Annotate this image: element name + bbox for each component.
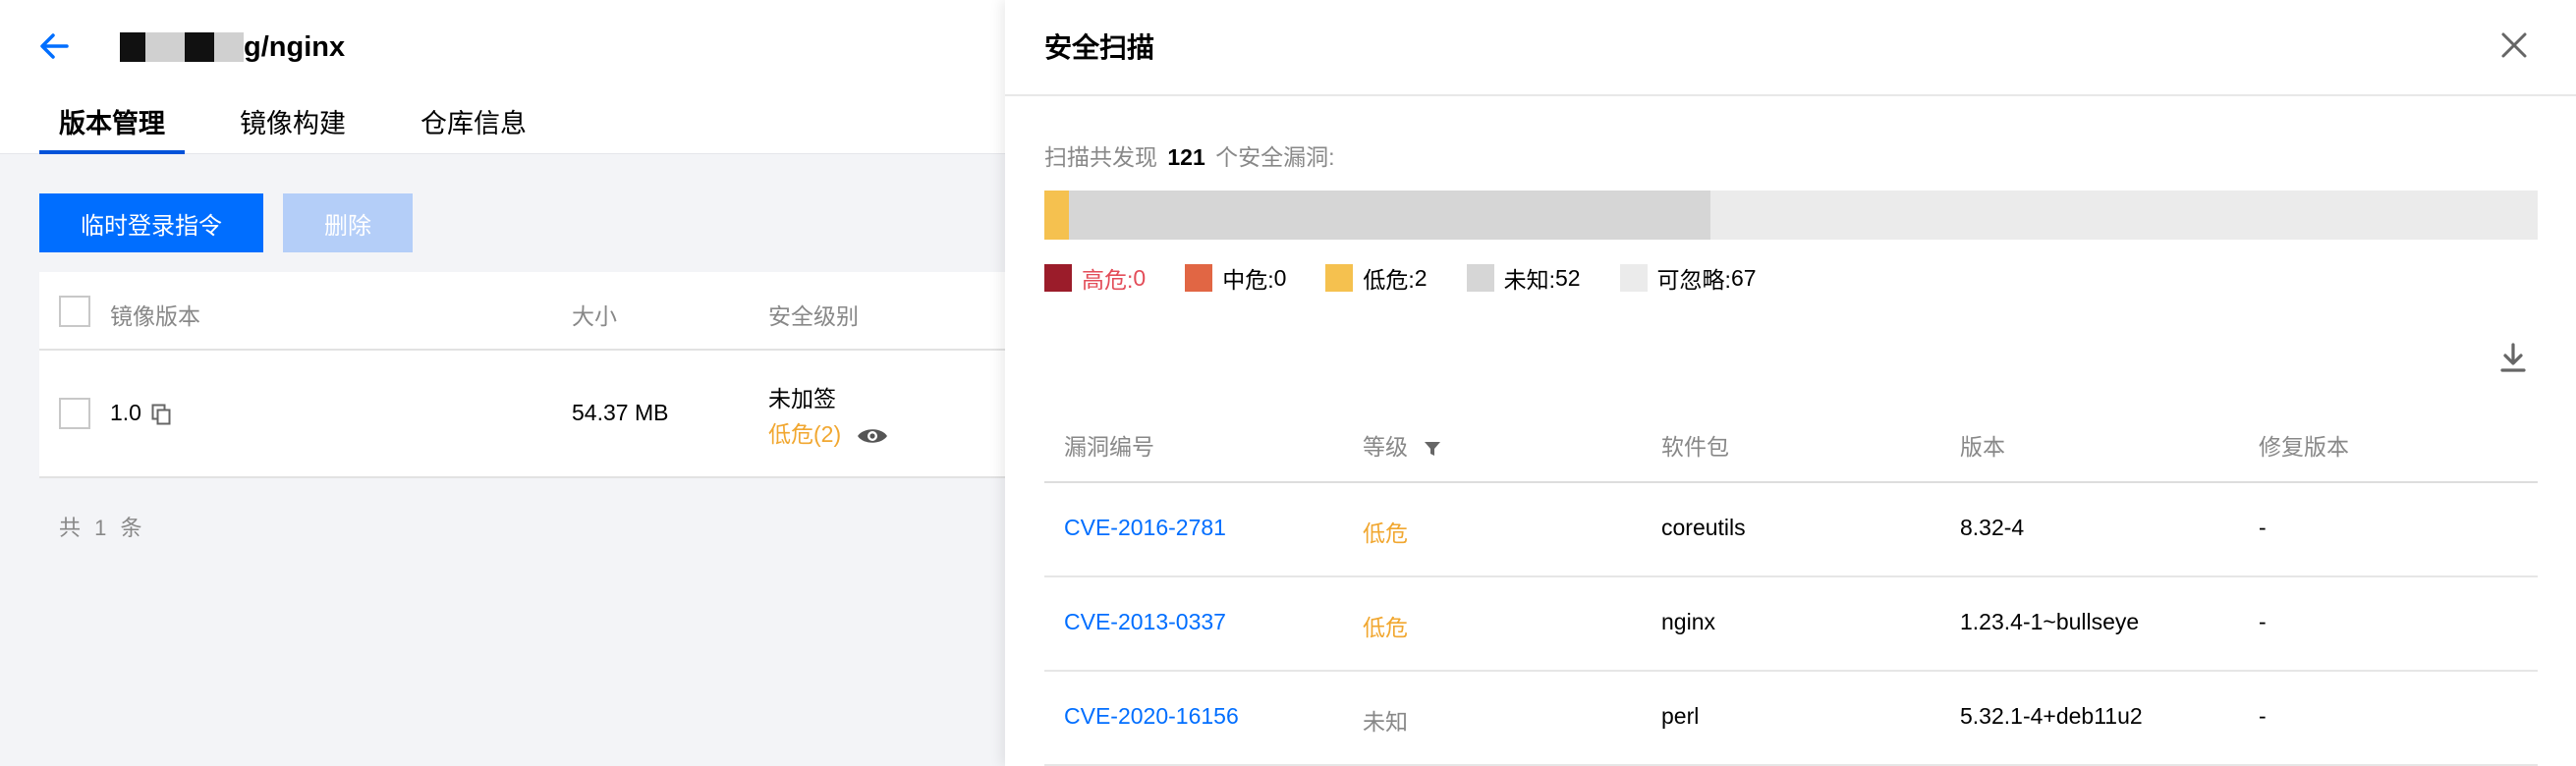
risk-value[interactable]: 低危(2) <box>768 421 841 447</box>
eye-icon[interactable] <box>856 425 889 447</box>
drawer-title: 安全扫描 <box>1044 32 1155 63</box>
table-row: CVE-2013-0337 低危 nginx 1.23.4-1~bullseye… <box>1044 577 2538 672</box>
temp-login-command-button[interactable]: 临时登录指令 <box>39 193 263 252</box>
package-value: coreutils <box>1661 515 1746 540</box>
bar-segment-low <box>1044 191 1070 240</box>
version-value: 8.32-4 <box>1960 515 2025 540</box>
select-all-checkbox[interactable] <box>59 296 90 327</box>
col-level: 等级 <box>1363 428 1441 462</box>
legend-swatch <box>1044 264 1072 292</box>
sign-status: 未加签 <box>768 386 836 411</box>
legend-value: 2 <box>1414 264 1428 291</box>
legend-label: 低危: <box>1363 267 1415 293</box>
legend-value: 0 <box>1273 264 1287 291</box>
col-security-level: 安全级别 <box>768 303 859 329</box>
col-cve-id: 漏洞编号 <box>1064 434 1154 460</box>
severity-legend: 高危: 0 中危: 0 低危: 2 未知: 52 可忽略: 67 <box>1044 261 1796 295</box>
package-value: perl <box>1661 703 1700 729</box>
redacted-block <box>120 32 145 62</box>
tab-version-management[interactable]: 版本管理 <box>39 102 185 154</box>
size-cell: 54.37 MB <box>572 400 669 425</box>
legend-label: 未知: <box>1503 267 1555 293</box>
legend-item-medium: 中危: 0 <box>1185 261 1286 295</box>
col-version: 版本 <box>1960 434 2005 460</box>
filter-icon[interactable] <box>1424 440 1441 458</box>
legend-item-high: 高危: 0 <box>1044 261 1146 295</box>
tab-bar: 版本管理 镜像构建 仓库信息 <box>39 102 582 154</box>
legend-item-ignorable: 可忽略: 67 <box>1619 261 1757 295</box>
table-header: 镜像版本 大小 安全级别 <box>39 272 1005 351</box>
download-icon[interactable] <box>2498 342 2528 375</box>
risk-cell: 低危(2) <box>768 415 889 449</box>
table-row: CVE-2020-16156 未知 perl 5.32.1-4+deb11u2 … <box>1044 672 2538 766</box>
copy-icon[interactable] <box>151 404 171 425</box>
legend-item-unknown: 未知: 52 <box>1466 261 1581 295</box>
severity-distribution-bar <box>1044 191 2538 240</box>
version-cell: 1.0 <box>110 400 171 426</box>
delete-button[interactable]: 删除 <box>283 193 413 252</box>
redacted-block <box>145 32 185 62</box>
col-package: 软件包 <box>1661 434 1729 460</box>
repository-page: g/nginx 版本管理 镜像构建 仓库信息 临时登录指令 删除 镜像版本 大小… <box>0 0 1005 766</box>
col-size: 大小 <box>572 303 617 329</box>
legend-value: 0 <box>1133 264 1147 291</box>
row-checkbox[interactable] <box>59 398 90 429</box>
col-level-label: 等级 <box>1363 434 1408 460</box>
page-title: g/nginx <box>120 27 345 67</box>
level-value: 未知 <box>1363 709 1408 735</box>
redacted-block <box>214 32 244 62</box>
vuln-table-header: 漏洞编号 等级 软件包 版本 修复版本 <box>1044 401 2538 483</box>
cve-link[interactable]: CVE-2016-2781 <box>1064 515 1226 541</box>
summary-suffix: 个安全漏洞: <box>1215 144 1335 170</box>
legend-value: 52 <box>1554 264 1581 291</box>
legend-label: 高危: <box>1082 267 1134 293</box>
fixed-version-value: - <box>2259 609 2267 634</box>
cve-link[interactable]: CVE-2020-16156 <box>1064 703 1239 730</box>
page-header: g/nginx 版本管理 镜像构建 仓库信息 <box>0 0 1005 154</box>
fixed-version-value: - <box>2259 703 2267 729</box>
vulnerability-count: 121 <box>1167 144 1205 170</box>
scan-summary: 扫描共发现 121 个安全漏洞: <box>1044 138 1335 172</box>
version-value: 1.0 <box>110 400 141 425</box>
package-value: nginx <box>1661 609 1715 634</box>
cve-link[interactable]: CVE-2013-0337 <box>1064 609 1226 635</box>
bar-segment-unknown <box>1069 191 1711 240</box>
legend-swatch <box>1466 264 1494 292</box>
legend-swatch <box>1325 264 1354 292</box>
col-fixed-version: 修复版本 <box>2259 434 2349 460</box>
version-value: 1.23.4-1~bullseye <box>1960 609 2140 634</box>
legend-label: 可忽略: <box>1656 267 1731 293</box>
legend-swatch <box>1619 264 1648 292</box>
col-image-version: 镜像版本 <box>110 303 200 329</box>
tab-image-build[interactable]: 镜像构建 <box>220 102 365 154</box>
summary-prefix: 扫描共发现 <box>1044 144 1157 170</box>
security-scan-drawer: 安全扫描 扫描共发现 121 个安全漏洞: 高危: 0 中危: 0 低危: 2 <box>1005 0 2576 766</box>
tab-repo-info[interactable]: 仓库信息 <box>401 102 546 154</box>
redacted-block <box>185 32 214 62</box>
vulnerability-table: 漏洞编号 等级 软件包 版本 修复版本 CVE-2016-2781 低危 cor… <box>1044 401 2538 766</box>
version-value: 5.32.1-4+deb11u2 <box>1960 703 2143 729</box>
level-value: 低危 <box>1363 615 1408 640</box>
image-version-table: 镜像版本 大小 安全级别 1.0 54.37 MB 未加签 低危(2) <box>39 272 1005 478</box>
table-row: 1.0 54.37 MB 未加签 低危(2) <box>39 351 1005 476</box>
table-row: CVE-2016-2781 低危 coreutils 8.32-4 - <box>1044 483 2538 577</box>
drawer-header: 安全扫描 <box>1005 0 2576 96</box>
legend-value: 67 <box>1730 264 1757 291</box>
fixed-version-value: - <box>2259 515 2267 540</box>
legend-swatch <box>1185 264 1213 292</box>
legend-item-low: 低危: 2 <box>1325 261 1428 295</box>
close-icon[interactable] <box>2498 29 2530 61</box>
bar-segment-ignorable <box>1710 191 2538 240</box>
total-count: 共 1 条 <box>59 516 146 540</box>
back-arrow-icon[interactable] <box>37 29 71 63</box>
repo-name: g/nginx <box>244 30 346 63</box>
level-value: 低危 <box>1363 520 1408 546</box>
legend-label: 中危: <box>1222 267 1274 293</box>
